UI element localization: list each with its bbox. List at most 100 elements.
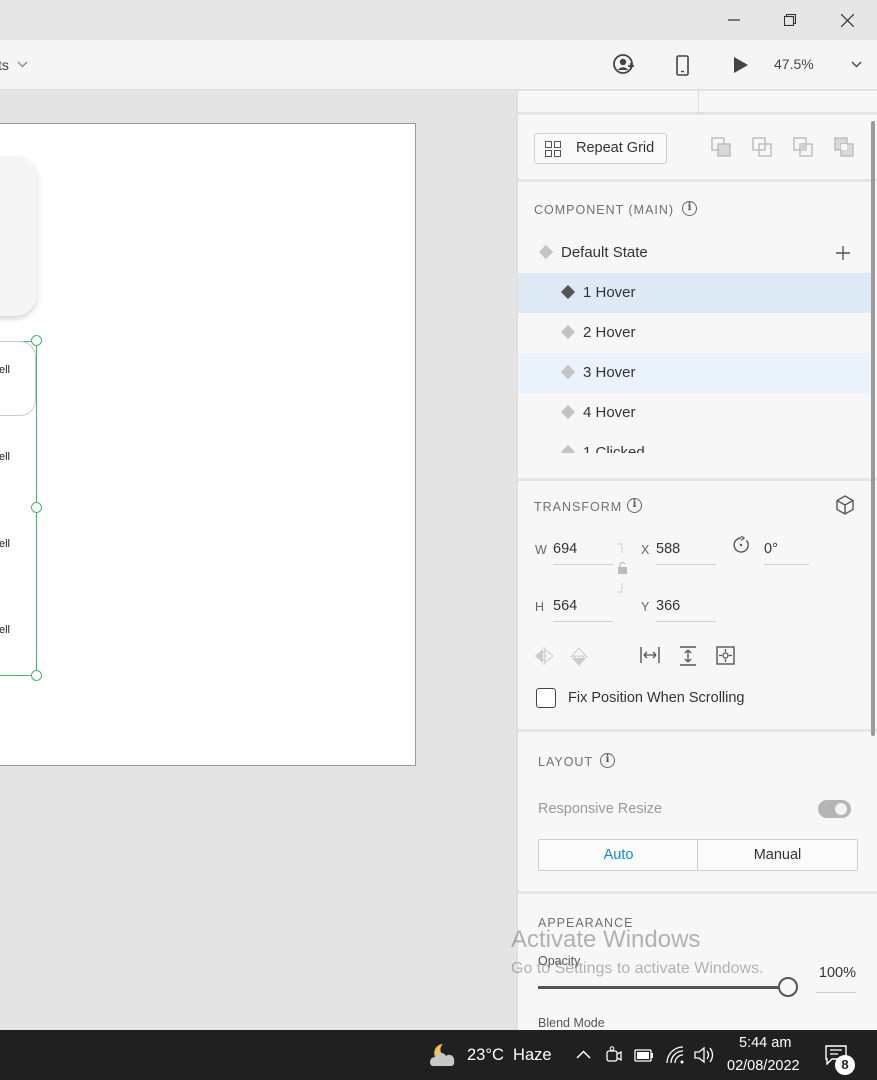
y-field[interactable]: 366	[656, 598, 716, 622]
flip-horizontal-icon[interactable]	[534, 647, 554, 665]
info-icon[interactable]: i	[627, 498, 642, 513]
opacity-slider-thumb[interactable]	[778, 977, 798, 997]
x-value: 588	[656, 541, 681, 557]
opacity-slider-track[interactable]	[538, 986, 788, 989]
volume-icon[interactable]	[693, 1046, 715, 1064]
auto-label: Auto	[603, 847, 634, 863]
cell-label: ell	[0, 364, 11, 376]
meet-now-icon[interactable]	[606, 1046, 622, 1064]
height-field[interactable]: 564	[553, 598, 613, 622]
minimize-icon	[728, 19, 740, 21]
state-diamond-icon	[538, 244, 554, 260]
fix-position-checkbox[interactable]	[536, 688, 556, 708]
grid-icon	[545, 141, 561, 157]
info-icon[interactable]: i	[600, 753, 615, 768]
add-state-icon[interactable]	[836, 246, 850, 260]
state-row-1-hover[interactable]: 1 Hover	[518, 273, 873, 313]
clock-date[interactable]: 02/08/2022	[727, 1058, 800, 1074]
fit-width-icon[interactable]	[640, 647, 660, 663]
rotation-value: 0°	[764, 541, 778, 557]
states-list: Default State 1 Hover 2 Hover 3 Hover 4 …	[518, 233, 873, 453]
transform-section-title: TRANSFORM	[534, 500, 623, 514]
width-value: 694	[553, 541, 578, 557]
state-diamond-icon	[560, 444, 576, 453]
zoom-level[interactable]: 47.5%	[774, 56, 814, 72]
info-icon[interactable]: i	[682, 201, 697, 216]
activate-windows-title: Activate Windows	[511, 926, 701, 953]
restore-button[interactable]	[767, 0, 813, 40]
state-row-1-clicked[interactable]: 1 Clicked	[518, 433, 873, 453]
design-canvas[interactable]: ell ell ell ell	[0, 91, 517, 1030]
state-label: 2 Hover	[583, 324, 636, 341]
panel-scrollbar[interactable]	[871, 121, 875, 736]
state-label: Default State	[561, 244, 648, 261]
boolean-exclude-icon[interactable]	[834, 137, 855, 157]
rotate-icon	[733, 536, 749, 553]
x-label: X	[641, 543, 650, 557]
resize-handle-bottom-right[interactable]	[31, 670, 42, 681]
cell-label: ell	[0, 538, 11, 550]
weather-moon-cloud-icon[interactable]	[428, 1042, 458, 1068]
3d-transform-icon[interactable]	[835, 495, 855, 515]
y-value: 366	[656, 598, 681, 614]
rotation-field[interactable]: 0°	[764, 541, 809, 565]
opacity-value: 100%	[818, 965, 856, 981]
minimize-button[interactable]	[711, 0, 757, 40]
card-shape[interactable]	[0, 156, 37, 316]
document-menu-label[interactable]: ts	[0, 57, 9, 73]
x-field[interactable]: 588	[656, 541, 716, 565]
lock-aspect-icon[interactable]	[616, 543, 630, 593]
chevron-down-icon[interactable]	[17, 61, 28, 68]
manual-label: Manual	[753, 847, 802, 863]
close-icon	[840, 13, 854, 27]
restore-icon	[784, 14, 796, 26]
state-row-default[interactable]: Default State	[518, 233, 873, 273]
device-preview-icon[interactable]	[676, 55, 689, 76]
boolean-subtract-icon[interactable]	[752, 137, 773, 157]
blend-mode-label: Blend Mode	[538, 1016, 605, 1030]
auto-layout-button[interactable]: Auto	[538, 839, 698, 871]
manual-layout-button[interactable]: Manual	[697, 839, 858, 871]
component-section-title: COMPONENT (MAIN)	[534, 203, 675, 217]
state-diamond-icon	[560, 324, 576, 340]
title-bar	[0, 0, 877, 40]
share-user-icon[interactable]	[613, 54, 635, 76]
resize-handle-top-right[interactable]	[31, 335, 42, 346]
show-hidden-icons-icon[interactable]	[576, 1050, 591, 1059]
state-label: 4 Hover	[583, 404, 636, 421]
cell-label: ell	[0, 451, 11, 463]
fit-content-icon[interactable]	[716, 646, 735, 665]
panel-tabs	[518, 91, 877, 113]
height-label: H	[535, 600, 545, 614]
flip-vertical-icon[interactable]	[570, 647, 588, 667]
play-preview-icon[interactable]	[733, 56, 749, 74]
state-diamond-icon	[560, 284, 576, 300]
state-row-2-hover[interactable]: 2 Hover	[518, 313, 873, 353]
notification-badge: 8	[835, 1055, 855, 1075]
clock-time[interactable]: 5:44 am	[739, 1035, 791, 1051]
state-row-3-hover[interactable]: 3 Hover	[518, 353, 873, 393]
notification-count: 8	[841, 1057, 849, 1072]
fit-height-icon[interactable]	[680, 646, 696, 666]
state-row-4-hover[interactable]: 4 Hover	[518, 393, 873, 433]
artboard[interactable]: ell ell ell ell	[0, 123, 416, 766]
state-label: 1 Hover	[583, 284, 636, 301]
repeat-grid-button[interactable]: Repeat Grid	[534, 133, 667, 164]
wifi-icon[interactable]	[665, 1046, 685, 1064]
responsive-resize-toggle[interactable]	[818, 800, 851, 818]
close-button[interactable]	[824, 0, 870, 40]
boolean-intersect-icon[interactable]	[793, 137, 814, 157]
boolean-add-icon[interactable]	[711, 137, 732, 157]
zoom-dropdown-icon[interactable]	[851, 61, 862, 68]
width-field[interactable]: 694	[553, 541, 613, 565]
hover-cell[interactable]	[0, 341, 36, 416]
cell-label: ell	[0, 624, 11, 636]
resize-handle-right[interactable]	[31, 502, 42, 513]
state-diamond-icon	[560, 364, 576, 380]
y-label: Y	[641, 600, 650, 614]
responsive-resize-label: Responsive Resize	[538, 801, 663, 817]
state-label: 3 Hover	[583, 364, 636, 381]
battery-icon[interactable]	[634, 1047, 654, 1063]
opacity-field[interactable]: 100%	[816, 965, 856, 993]
weather-text[interactable]: 23°C Haze	[467, 1046, 552, 1065]
